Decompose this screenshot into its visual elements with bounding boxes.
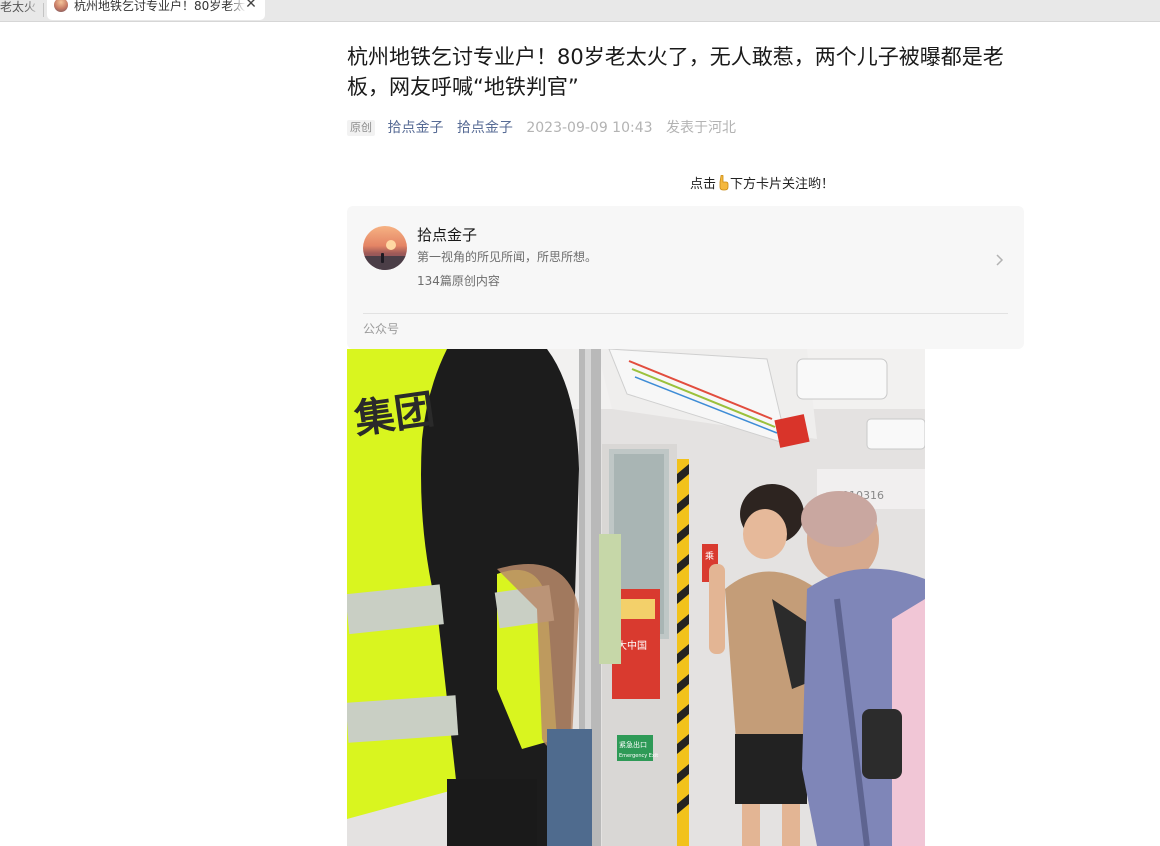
tab-fade: [26, 0, 40, 21]
browser-tab-active[interactable]: 杭州地铁乞讨专业户！80岁老太火了，无人敢惹 ✕: [47, 0, 265, 20]
poster-text: 大中国: [617, 639, 647, 652]
publish-date: 2023-09-09 10:43: [526, 120, 653, 136]
author-name: 拾点金子: [387, 120, 444, 136]
account-name: 拾点金子: [417, 226, 478, 244]
original-badge: 原创: [347, 120, 375, 136]
avatar-sun: [386, 240, 396, 250]
account-type-label: 公众号: [363, 322, 400, 336]
article-photo: 010316 大中国 乘 紧急出口 Emergency Exit 集团: [347, 349, 925, 846]
article-title: 杭州地铁乞讨专业户！80岁老太火了，无人敢惹，两个儿子被曝都是老板，网友呼喊“地…: [347, 45, 1004, 99]
avatar-figure: [381, 253, 384, 263]
account-card[interactable]: 拾点金子 第一视角的所见所闻，所思所想。 134篇原创内容 公众号: [347, 206, 1024, 349]
account-link[interactable]: 拾点金子: [457, 118, 513, 138]
emergency-sign-en-text: Emergency Exit: [619, 753, 658, 759]
follow-notice-prefix: 点击: [689, 177, 716, 192]
account-card-divider: [363, 313, 1008, 314]
follow-notice: 点击 下方卡片关注哟！: [347, 175, 1160, 195]
pointing-down-hand-icon: [719, 175, 729, 191]
browser-tab-active-title: 杭州地铁乞讨专业户！80岁老太火了，无人敢惹: [74, 0, 246, 16]
tab-close-icon[interactable]: ✕: [244, 0, 258, 12]
account-article-count: 134篇原创内容: [417, 274, 500, 288]
account-avatar: [363, 226, 407, 270]
tab-favicon-icon: [54, 0, 68, 12]
browser-tab-active-title-text: 杭州地铁乞讨专业户！80岁老太火了，无人敢惹: [74, 0, 246, 13]
publish-location: 发表于河北: [665, 120, 736, 136]
emergency-sign-text: 紧急出口: [619, 740, 647, 749]
browser-tab-strip: 老太火 杭州地铁乞讨专业户！80岁老太火了，无人敢惹 ✕: [0, 0, 1160, 22]
door-sign-text: 乘: [705, 550, 714, 562]
follow-notice-suffix: 下方卡片关注哟！: [730, 177, 835, 192]
chevron-right-icon: [996, 254, 1004, 266]
browser-tab-previous[interactable]: 老太火: [0, 0, 44, 21]
account-description: 第一视角的所见所闻，所思所想。: [417, 250, 598, 264]
article-meta: 原创 拾点金子 拾点金子 2023-09-09 10:43 发表于河北: [347, 118, 736, 138]
tab-separator: [43, 3, 44, 17]
avatar-ground: [363, 256, 407, 270]
subway-scene-illustration: 010316 大中国 乘 紧急出口 Emergency Exit 集团: [347, 349, 925, 846]
